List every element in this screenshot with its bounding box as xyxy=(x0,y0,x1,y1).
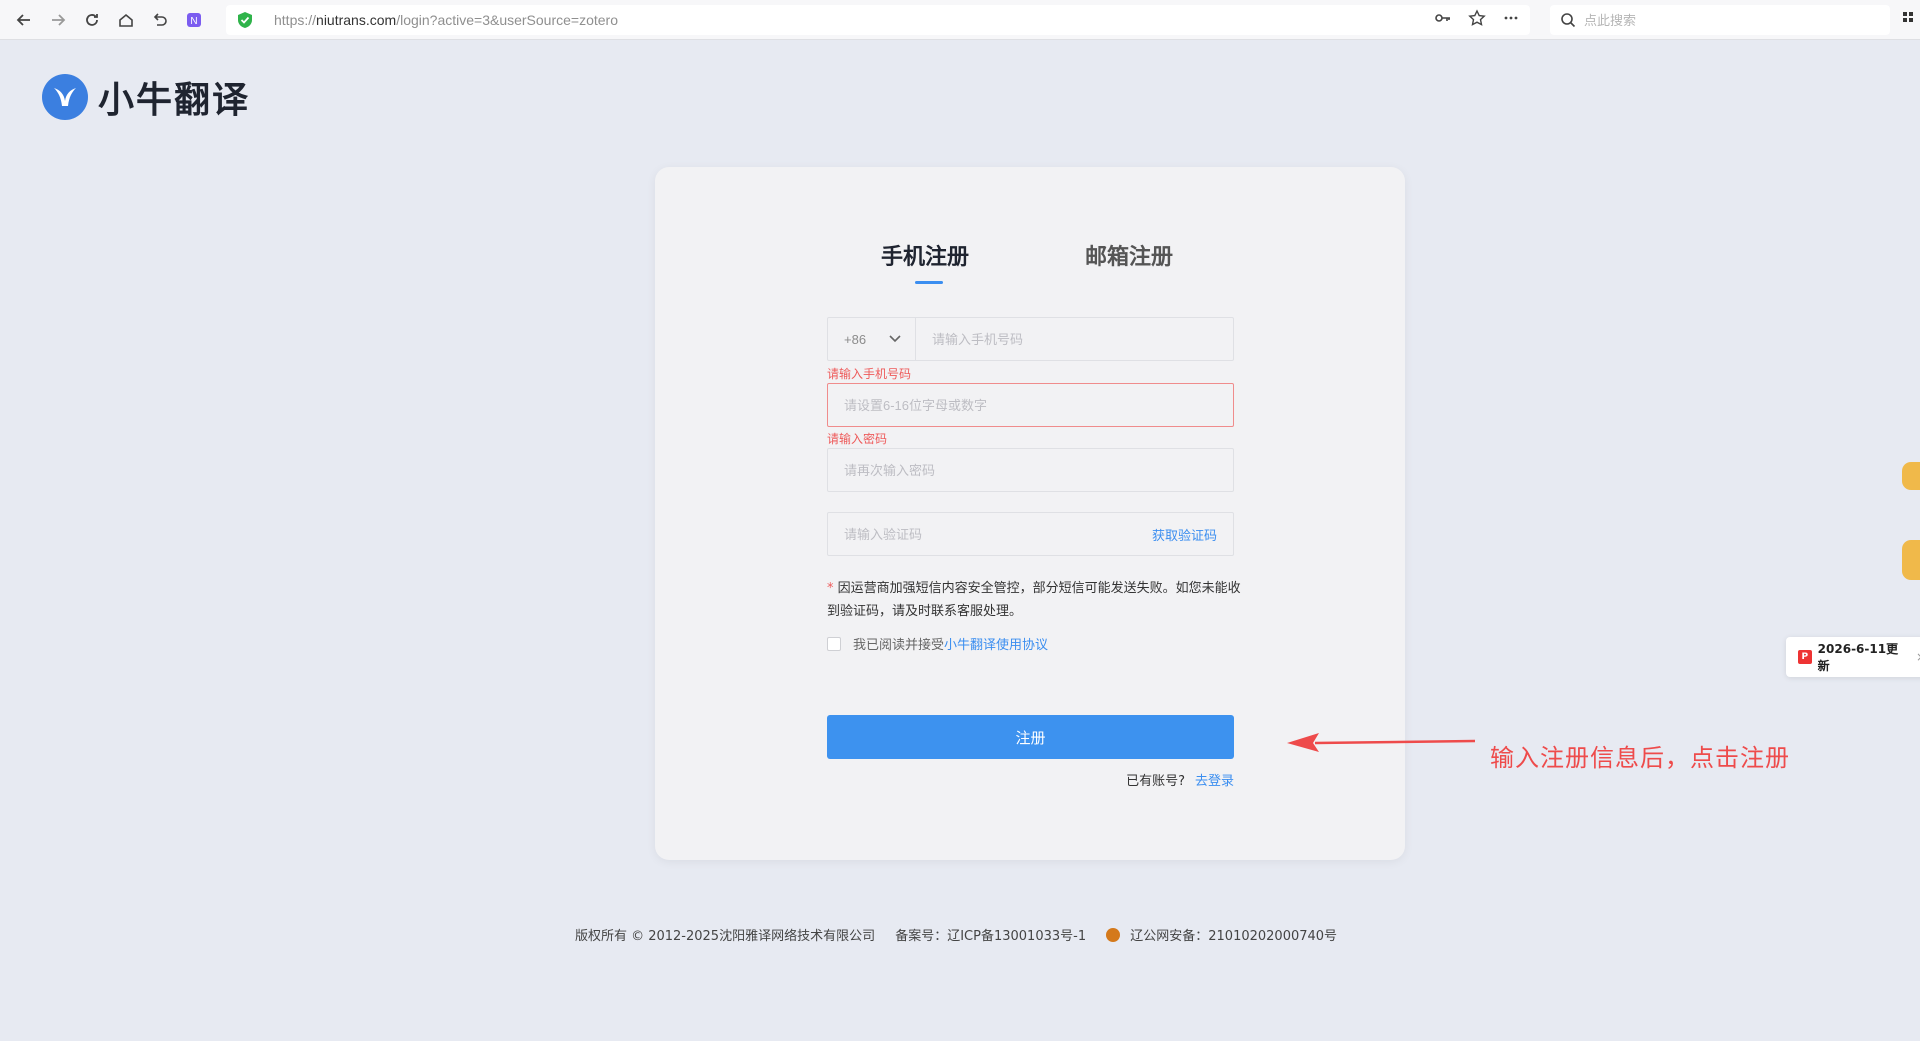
logo-icon xyxy=(42,74,88,120)
shield-icon xyxy=(238,12,252,28)
active-tab-indicator xyxy=(915,281,943,284)
browser-toolbar: N https://niutrans.com/login?active=3&us… xyxy=(0,0,1920,40)
back-icon[interactable] xyxy=(12,8,36,32)
tab-phone-register[interactable]: 手机注册 xyxy=(881,239,969,271)
address-bar[interactable]: https://niutrans.com/login?active=3&user… xyxy=(226,5,1530,35)
annotation-text: 输入注册信息后，点击注册 xyxy=(1490,744,1790,772)
confirm-password-field xyxy=(827,448,1234,492)
phone-error: 请输入手机号码 xyxy=(827,367,912,381)
phone-field: +86 xyxy=(827,317,1234,361)
site-logo[interactable]: 小牛翻译 xyxy=(42,71,250,123)
extension-icon[interactable]: N xyxy=(182,8,206,32)
agreement-row: 我已阅读并接受 小牛翻译使用协议 xyxy=(827,634,1048,653)
side-decoration-bottom[interactable] xyxy=(1902,540,1920,580)
notice-star: * xyxy=(827,581,834,596)
password-field xyxy=(827,383,1234,427)
page-footer: 版权所有 © 2012-2025沈阳雅译网络技术有限公司 备案号：辽ICP备13… xyxy=(0,925,1920,944)
forward-icon[interactable] xyxy=(46,8,70,32)
footer-police[interactable]: 辽公网安备：21010202000740号 xyxy=(1106,928,1345,944)
refresh-icon[interactable] xyxy=(80,8,104,32)
password-input[interactable] xyxy=(828,384,1233,426)
phone-input[interactable] xyxy=(916,318,1233,360)
key-icon[interactable] xyxy=(1434,9,1452,31)
chevron-down-icon xyxy=(889,332,901,346)
update-badge-text: 2026-6-11更新 xyxy=(1817,642,1899,673)
star-icon[interactable] xyxy=(1468,9,1486,31)
side-decoration-top xyxy=(1902,462,1920,490)
agreement-link[interactable]: 小牛翻译使用协议 xyxy=(944,634,1048,653)
footer-police-text: 辽公网安备：21010202000740号 xyxy=(1130,929,1338,944)
browser-search-input[interactable] xyxy=(1584,12,1864,28)
search-icon xyxy=(1561,13,1576,28)
sidebar-menu-icon[interactable] xyxy=(1902,10,1920,30)
verification-code-input[interactable] xyxy=(828,513,1152,555)
police-badge-icon xyxy=(1106,928,1121,942)
annotation-arrow-icon xyxy=(1287,733,1475,752)
get-code-button[interactable]: 获取验证码 xyxy=(1152,525,1233,544)
country-code-select[interactable]: +86 xyxy=(828,318,916,360)
code-field: 获取验证码 xyxy=(827,512,1234,556)
more-icon[interactable] xyxy=(1502,9,1520,31)
nav-buttons: N xyxy=(0,8,206,32)
address-actions xyxy=(1434,5,1520,35)
login-link[interactable]: 去登录 xyxy=(1195,774,1234,789)
undo-icon[interactable] xyxy=(148,8,172,32)
login-hint-text: 已有账号? xyxy=(1126,774,1185,789)
agreement-text: 我已阅读并接受 xyxy=(853,638,945,653)
country-code-value: +86 xyxy=(844,331,867,347)
footer-icp[interactable]: 备案号：辽ICP备13001033号-1 xyxy=(895,929,1086,944)
register-card: 手机注册 邮箱注册 +86 请输入手机号码 请输入密码 获取验证码 * 因运营商… xyxy=(655,167,1405,860)
logo-text: 小牛翻译 xyxy=(98,80,251,121)
home-icon[interactable] xyxy=(114,8,138,32)
register-button[interactable]: 注册 xyxy=(827,715,1234,759)
svg-text:N: N xyxy=(190,16,197,27)
login-hint: 已有账号? 去登录 xyxy=(1126,770,1234,789)
pdf-icon: P xyxy=(1798,650,1812,664)
footer-copyright: 版权所有 © 2012-2025沈阳雅译网络技术有限公司 xyxy=(574,929,876,944)
tab-email-register[interactable]: 邮箱注册 xyxy=(1085,239,1173,271)
url-text: https://niutrans.com/login?active=3&user… xyxy=(274,12,618,28)
sms-notice: * 因运营商加强短信内容安全管控，部分短信可能发送失败。如您未能收到验证码，请及… xyxy=(827,577,1247,623)
agreement-checkbox[interactable] xyxy=(827,636,841,651)
notice-text: 因运营商加强短信内容安全管控，部分短信可能发送失败。如您未能收到验证码，请及时联… xyxy=(827,581,1241,619)
browser-search xyxy=(1550,5,1890,35)
password-error: 请输入密码 xyxy=(827,432,888,446)
update-badge[interactable]: P 2026-6-11更新 × xyxy=(1786,637,1920,677)
confirm-password-input[interactable] xyxy=(828,449,1233,491)
close-icon[interactable]: × xyxy=(1916,650,1920,664)
